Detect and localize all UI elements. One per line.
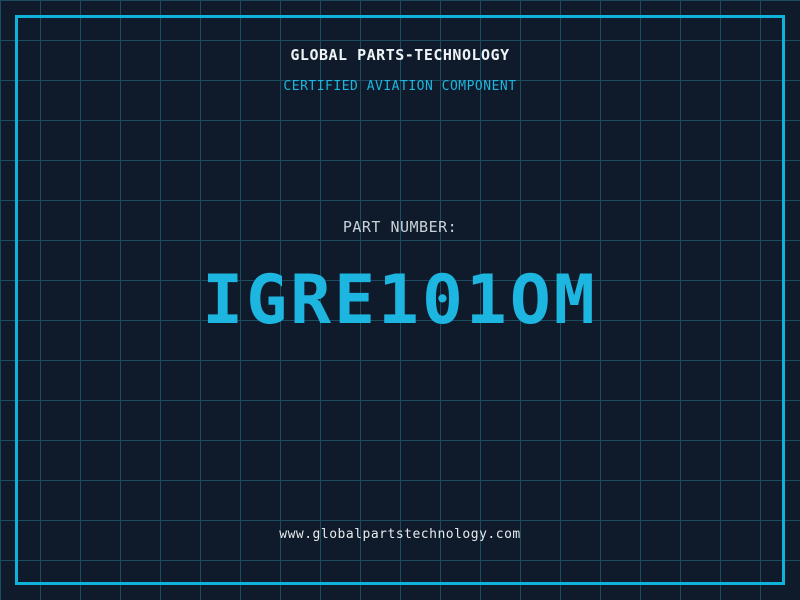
certification-subtitle: CERTIFIED AVIATION COMPONENT — [283, 79, 517, 94]
part-number-label: PART NUMBER: — [342, 218, 458, 236]
part-number-value: IGRE101OM — [202, 261, 598, 340]
website-url: www.globalpartstechnology.com — [279, 527, 521, 542]
blueprint-page: GLOBAL PARTS-TECHNOLOGY CERTIFIED AVIATI… — [0, 0, 800, 600]
company-title: GLOBAL PARTS-TECHNOLOGY — [290, 46, 510, 64]
